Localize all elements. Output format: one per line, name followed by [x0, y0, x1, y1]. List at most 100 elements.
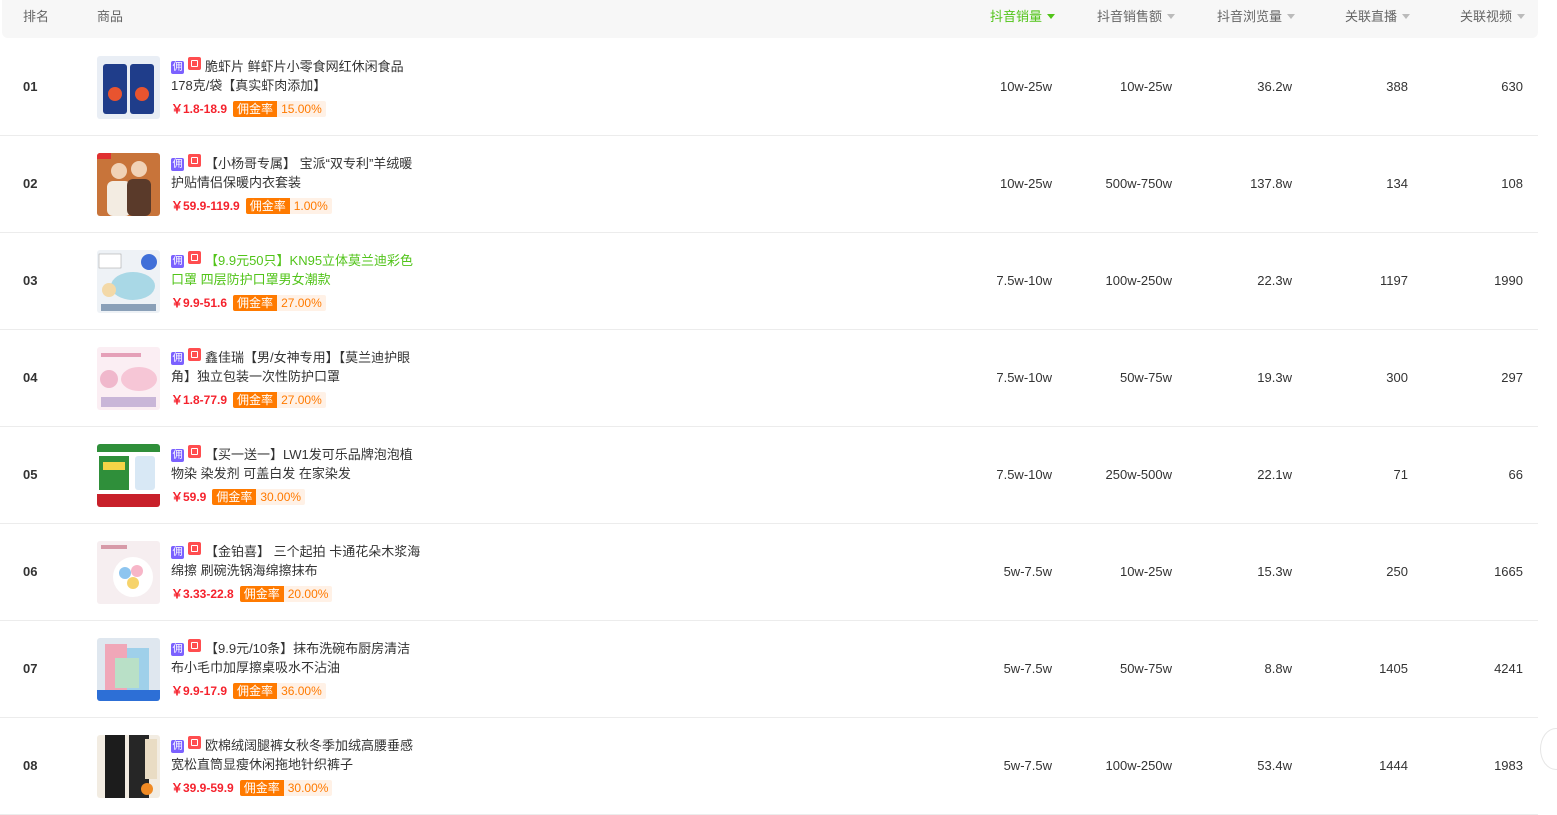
- caret-down-icon: [1517, 14, 1525, 19]
- video-count: 630: [1501, 79, 1523, 94]
- table-row[interactable]: 06 佣【金铂喜】 三个起拍 卡通花朵木浆海绵擦 刷碗洗锅海绵擦抹布 ￥3.33…: [0, 524, 1538, 621]
- sort-live-label: 关联直播: [1344, 9, 1397, 24]
- product-meta: ￥1.8-18.9 佣金率 15.00%: [171, 101, 421, 117]
- commission-badge: 佣: [171, 449, 184, 462]
- video-count: 4241: [1494, 661, 1523, 676]
- sort-video-button[interactable]: 关联视频: [1460, 0, 1525, 34]
- product-title-line[interactable]: 佣【9.9元50只】KN95立体莫兰迪彩色口罩 四层防护口罩男女潮款: [171, 251, 421, 289]
- revenue-value: 50w-75w: [1119, 370, 1172, 385]
- floating-scroll-button[interactable]: [1540, 728, 1557, 770]
- views-value: 15.3w: [1257, 564, 1292, 579]
- sort-revenue-button[interactable]: 抖音销售额: [1097, 0, 1175, 34]
- commission-badge: 佣: [171, 643, 184, 656]
- product-price: ￥1.8-77.9: [171, 393, 228, 407]
- sort-sales-button[interactable]: 抖音销量: [990, 0, 1055, 34]
- revenue-value: 250w-500w: [1105, 467, 1173, 482]
- product-title-line[interactable]: 佣【买一送一】LW1发可乐品牌泡泡植物染 染发剂 可盖白发 在家染发: [171, 445, 421, 483]
- views-value: 22.3w: [1257, 273, 1292, 288]
- revenue-value: 10w-25w: [1119, 564, 1172, 579]
- sort-views-label: 抖音浏览量: [1216, 9, 1282, 24]
- product-price: ￥9.9-51.6: [171, 296, 228, 310]
- table-row[interactable]: 04 佣鑫佳瑞【男/女神专用】【莫兰迪护眼角】独立包装一次性防护口罩 ￥1.8-…: [0, 330, 1538, 427]
- commission-rate-value: 27.00%: [277, 392, 326, 408]
- caret-down-icon: [1167, 14, 1175, 19]
- product-info: 佣【9.9元/10条】抹布洗碗布厨房清洁布小毛巾加厚擦桌吸水不沾油 ￥9.9-1…: [171, 639, 421, 699]
- table-row[interactable]: 08 佣欧棉绒阔腿裤女秋冬季加绒高腰垂感宽松直筒显瘦休闲拖地针织裤子 ￥39.9…: [0, 718, 1538, 815]
- product-thumbnail[interactable]: [97, 735, 160, 798]
- table-row[interactable]: 02 佣【小杨哥专属】 宝派“双专利”羊绒暖护贴情侣保暖内衣套装 ￥59.9-1…: [0, 136, 1538, 233]
- product-thumbnail[interactable]: [97, 638, 160, 701]
- commission-rate-value: 15.00%: [277, 101, 326, 117]
- product-thumbnail[interactable]: [97, 347, 160, 410]
- sort-sales-label: 抖音销量: [989, 9, 1042, 24]
- shop-icon: [188, 348, 201, 361]
- video-count: 297: [1501, 370, 1523, 385]
- commission-badge: 佣: [171, 740, 184, 753]
- commission-rate-label: 佣金率: [245, 198, 290, 214]
- product-price: ￥39.9-59.9: [171, 781, 234, 795]
- commission-badge: 佣: [171, 61, 184, 74]
- live-count: 1197: [1380, 273, 1408, 288]
- product-thumbnail[interactable]: [97, 56, 160, 119]
- sort-views-button[interactable]: 抖音浏览量: [1217, 0, 1295, 34]
- product-info: 佣【金铂喜】 三个起拍 卡通花朵木浆海绵擦 刷碗洗锅海绵擦抹布 ￥3.33-22…: [171, 542, 421, 602]
- views-value: 137.8w: [1250, 176, 1292, 191]
- commission-rate-label: 佣金率: [233, 295, 278, 311]
- product-info: 佣欧棉绒阔腿裤女秋冬季加绒高腰垂感宽松直筒显瘦休闲拖地针织裤子 ￥39.9-59…: [171, 736, 421, 796]
- sort-revenue-label: 抖音销售额: [1096, 9, 1162, 24]
- product-title-line[interactable]: 佣【金铂喜】 三个起拍 卡通花朵木浆海绵擦 刷碗洗锅海绵擦抹布: [171, 542, 421, 580]
- header-product: 商品: [97, 9, 124, 24]
- flower-sponge-image: [97, 541, 160, 604]
- disposable-mask-image: [97, 347, 160, 410]
- product-title-line[interactable]: 佣鑫佳瑞【男/女神专用】【莫兰迪护眼角】独立包装一次性防护口罩: [171, 348, 421, 386]
- video-count: 108: [1501, 176, 1523, 191]
- video-count: 66: [1508, 467, 1523, 482]
- product-table: 01 佣脆虾片 鲜虾片小零食网红休闲食品178克/袋【真实虾肉添加】 ￥1.8-…: [0, 39, 1538, 815]
- revenue-value: 100w-250w: [1105, 273, 1173, 288]
- table-row[interactable]: 07 佣【9.9元/10条】抹布洗碗布厨房清洁布小毛巾加厚擦桌吸水不沾油 ￥9.…: [0, 621, 1538, 718]
- live-count: 300: [1386, 370, 1408, 385]
- commission-rate-label: 佣金率: [233, 392, 278, 408]
- rank-number: 02: [23, 176, 38, 191]
- shop-icon: [188, 445, 201, 458]
- commission-rate-label: 佣金率: [239, 780, 284, 796]
- table-row[interactable]: 01 佣脆虾片 鲜虾片小零食网红休闲食品178克/袋【真实虾肉添加】 ￥1.8-…: [0, 39, 1538, 136]
- product-thumbnail[interactable]: [97, 541, 160, 604]
- sales-value: 10w-25w: [999, 79, 1052, 94]
- product-title: 【9.9元/10条】抹布洗碗布厨房清洁布小毛巾加厚擦桌吸水不沾油: [171, 641, 411, 675]
- views-value: 36.2w: [1257, 79, 1292, 94]
- rank-number: 01: [23, 79, 38, 94]
- product-info: 佣【小杨哥专属】 宝派“双专利”羊绒暖护贴情侣保暖内衣套装 ￥59.9-119.…: [171, 154, 421, 214]
- rank-number: 06: [23, 564, 38, 579]
- rank-number: 08: [23, 758, 38, 773]
- shop-icon: [188, 251, 201, 264]
- hair-dye-image: [97, 444, 160, 507]
- dish-cloth-image: [97, 638, 160, 701]
- product-title-line[interactable]: 佣【9.9元/10条】抹布洗碗布厨房清洁布小毛巾加厚擦桌吸水不沾油: [171, 639, 421, 677]
- product-meta: ￥9.9-51.6 佣金率 27.00%: [171, 295, 421, 311]
- sales-value: 7.5w-10w: [996, 273, 1052, 288]
- sort-live-button[interactable]: 关联直播: [1345, 0, 1410, 34]
- product-thumbnail[interactable]: [97, 250, 160, 313]
- commission-rate-value: 30.00%: [256, 489, 306, 505]
- caret-down-icon: [1402, 14, 1410, 19]
- table-row[interactable]: 05 佣【买一送一】LW1发可乐品牌泡泡植物染 染发剂 可盖白发 在家染发 ￥5…: [0, 427, 1538, 524]
- product-title-line[interactable]: 佣【小杨哥专属】 宝派“双专利”羊绒暖护贴情侣保暖内衣套装: [171, 154, 421, 192]
- product-title-line[interactable]: 佣脆虾片 鲜虾片小零食网红休闲食品178克/袋【真实虾肉添加】: [171, 57, 421, 95]
- commission-rate-value: 30.00%: [283, 780, 333, 796]
- commission-rate-value: 27.00%: [277, 295, 326, 311]
- product-title: 脆虾片 鲜虾片小零食网红休闲食品178克/袋【真实虾肉添加】: [171, 59, 404, 93]
- product-title: 【买一送一】LW1发可乐品牌泡泡植物染 染发剂 可盖白发 在家染发: [171, 447, 413, 481]
- table-row[interactable]: 03 佣【9.9元50只】KN95立体莫兰迪彩色口罩 四层防护口罩男女潮款 ￥9…: [0, 233, 1538, 330]
- shop-icon: [188, 639, 201, 652]
- table-header: 排名 商品 抖音销量 抖音销售额 抖音浏览量 关联直播 关联视频: [2, 0, 1538, 38]
- product-title-line[interactable]: 佣欧棉绒阔腿裤女秋冬季加绒高腰垂感宽松直筒显瘦休闲拖地针织裤子: [171, 736, 421, 774]
- commission-rate-label: 佣金率: [212, 489, 257, 505]
- product-title: 【9.9元50只】KN95立体莫兰迪彩色口罩 四层防护口罩男女潮款: [171, 253, 414, 287]
- product-thumbnail[interactable]: [97, 153, 160, 216]
- product-meta: ￥9.9-17.9 佣金率 36.00%: [171, 683, 421, 699]
- wide-leg-pants-image: [97, 735, 160, 798]
- product-thumbnail[interactable]: [97, 444, 160, 507]
- commission-rate-label: 佣金率: [239, 586, 284, 602]
- live-count: 71: [1393, 467, 1408, 482]
